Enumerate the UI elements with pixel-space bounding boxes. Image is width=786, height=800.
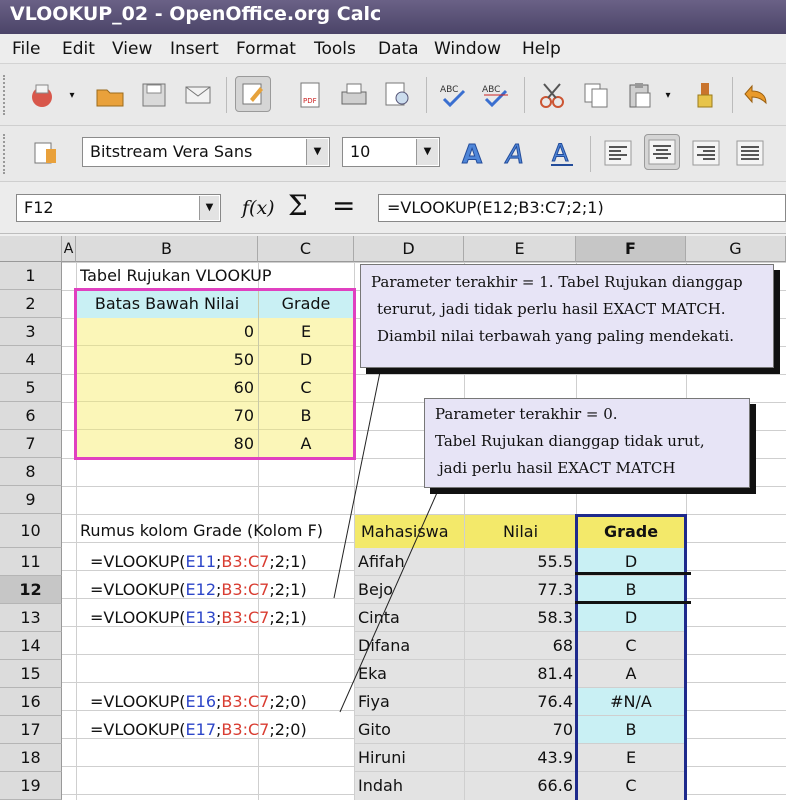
note-line: Parameter terakhir = 1. Tabel Rujukan di… <box>371 273 743 291</box>
note-sorted-lookup: Parameter terakhir = 1. Tabel Rujukan di… <box>360 264 774 368</box>
note-line: Tabel Rujukan dianggap tidak urut, <box>435 432 705 450</box>
note-line: jadi perlu hasil EXACT MATCH <box>439 459 676 477</box>
note-line: Parameter terakhir = 0. <box>435 405 618 423</box>
note-exact-match: Parameter terakhir = 0. Tabel Rujukan di… <box>424 398 750 488</box>
note-line: terurut, jadi tidak perlu hasil EXACT MA… <box>377 300 726 318</box>
note-line: Diambil nilai terbawah yang paling mende… <box>377 327 735 345</box>
callout-line-1 <box>333 371 381 599</box>
callout-line-2 <box>339 485 441 713</box>
